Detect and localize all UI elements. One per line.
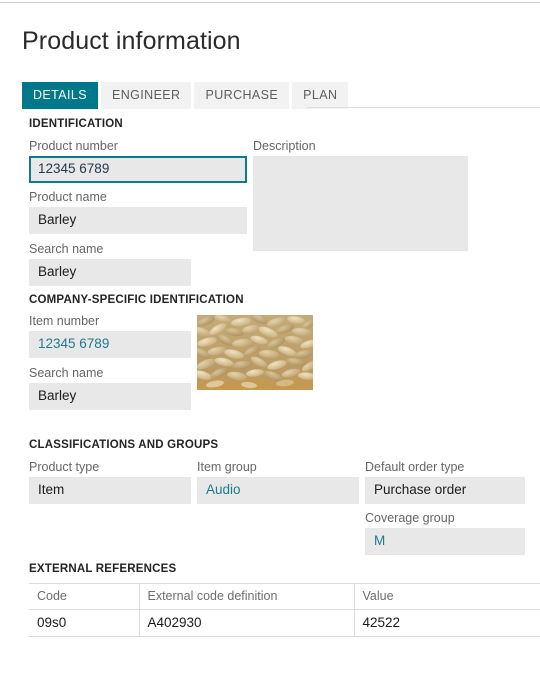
field-default-order-type: Default order type Purchase order (365, 460, 525, 504)
input-item-number[interactable]: 12345 6789 (29, 331, 191, 358)
label-default-order-type: Default order type (365, 460, 465, 474)
field-product-type: Product type Item (29, 460, 191, 504)
field-product-number: Product number 12345 6789 (29, 139, 247, 183)
input-default-order-type[interactable]: Purchase order (365, 477, 525, 504)
label-search-name-company: Search name (29, 366, 104, 380)
input-search-name-identification[interactable]: Barley (29, 259, 191, 286)
input-product-type[interactable]: Item (29, 477, 191, 504)
input-product-number[interactable]: 12345 6789 (29, 156, 247, 183)
column-header-code[interactable]: Code (29, 583, 140, 610)
field-search-name-company: Search name Barley (29, 366, 191, 410)
column-header-external-code-definition[interactable]: External code definition (139, 583, 355, 610)
label-description: Description (253, 139, 316, 153)
section-heading-external-references: EXTERNAL REFERENCES (29, 563, 177, 575)
cell-external-code-definition[interactable]: A402930 (139, 609, 355, 637)
product-information-page: Product information DETAILS ENGINEER PUR… (0, 0, 540, 673)
external-references-table: Code External code definition Value 09s0… (29, 583, 540, 637)
cell-code[interactable]: 09s0 (29, 609, 140, 637)
barley-grains-image (197, 315, 313, 390)
label-product-number: Product number (29, 139, 118, 153)
section-heading-company-specific-identification: COMPANY-SPECIFIC IDENTIFICATION (29, 294, 244, 306)
product-image (197, 315, 313, 390)
label-item-number: Item number (29, 314, 100, 328)
label-product-type: Product type (29, 460, 100, 474)
tab-bar-divider (306, 107, 540, 108)
cell-value[interactable]: 42522 (354, 609, 540, 637)
label-product-name: Product name (29, 190, 107, 204)
input-description[interactable] (253, 156, 468, 251)
tab-purchase[interactable]: PURCHASE (194, 82, 290, 109)
label-search-name-identification: Search name (29, 242, 104, 256)
section-heading-identification: IDENTIFICATION (29, 118, 123, 130)
field-description: Description (253, 139, 468, 251)
field-search-name-identification: Search name Barley (29, 242, 191, 286)
field-product-name: Product name Barley (29, 190, 247, 234)
column-header-value[interactable]: Value (354, 583, 540, 610)
input-product-name[interactable]: Barley (29, 207, 247, 234)
label-item-group: Item group (197, 460, 257, 474)
label-coverage-group: Coverage group (365, 511, 455, 525)
window-top-divider (0, 2, 540, 3)
page-title: Product information (22, 27, 241, 55)
tab-bar: DETAILS ENGINEER PURCHASE PLAN (22, 82, 351, 109)
section-heading-classifications-and-groups: CLASSIFICATIONS AND GROUPS (29, 439, 219, 451)
input-coverage-group[interactable]: M (365, 528, 525, 555)
input-item-group[interactable]: Audio (197, 477, 359, 504)
input-search-name-company[interactable]: Barley (29, 383, 191, 410)
tab-engineer[interactable]: ENGINEER (100, 82, 192, 109)
tab-details[interactable]: DETAILS (22, 82, 98, 109)
table-header-row: Code External code definition Value (29, 583, 540, 610)
tab-plan[interactable]: PLAN (292, 82, 349, 109)
field-item-group: Item group Audio (197, 460, 359, 504)
table-row[interactable]: 09s0 A402930 42522 (29, 609, 540, 637)
field-item-number: Item number 12345 6789 (29, 314, 191, 358)
field-coverage-group: Coverage group M (365, 511, 525, 555)
